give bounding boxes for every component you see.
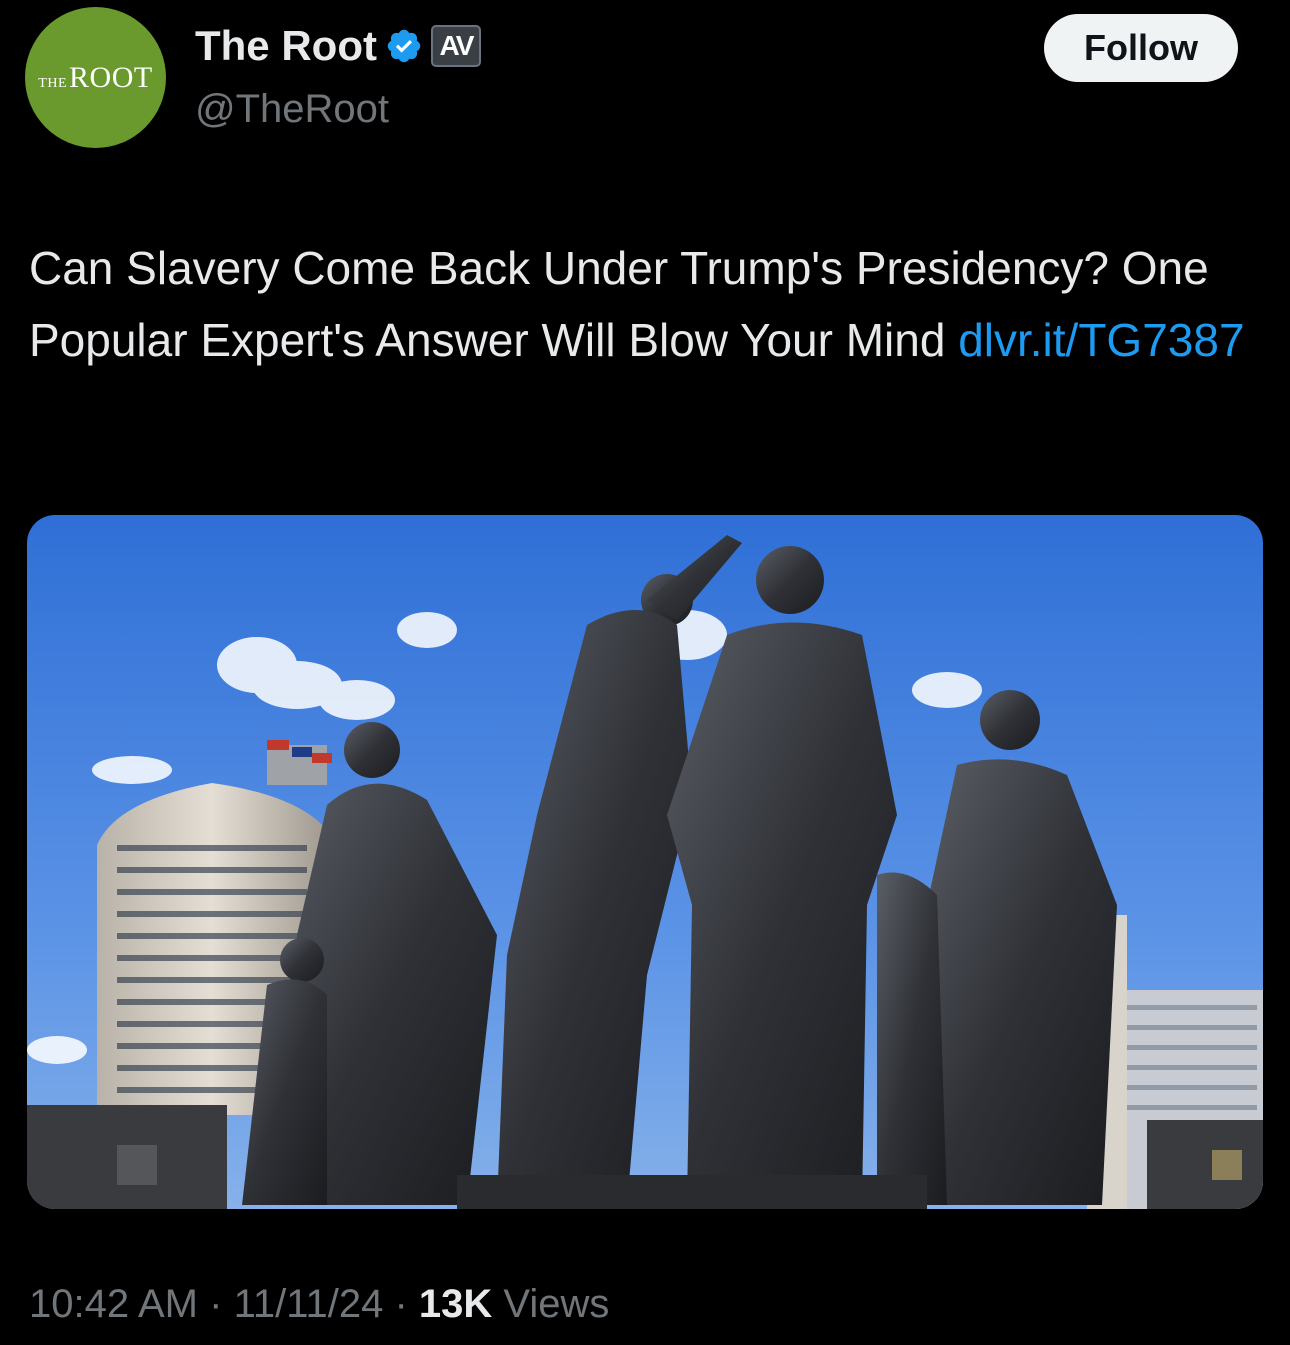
display-name[interactable]: The Root: [195, 22, 377, 70]
affiliate-badge[interactable]: AV: [430, 25, 481, 67]
handle[interactable]: @TheRoot: [195, 87, 389, 132]
tweet-date[interactable]: 11/11/24: [234, 1282, 384, 1326]
views-count: 13K: [418, 1282, 493, 1326]
tweet-time[interactable]: 10:42 AM: [29, 1282, 198, 1326]
tweet-link[interactable]: dlvr.it/TG7387: [958, 314, 1244, 366]
tweet-media[interactable]: [27, 515, 1263, 1209]
avatar[interactable]: THE ROOT: [25, 7, 166, 148]
the-root-logo: THE ROOT: [38, 61, 152, 95]
tweet-text: Can Slavery Come Back Under Trump's Pres…: [29, 232, 1259, 376]
name-row: The Root AV: [195, 22, 481, 70]
verified-check-icon: [387, 29, 421, 63]
meta-separator: ·: [198, 1282, 234, 1326]
statue-photo: [27, 515, 1263, 1209]
tweet-meta: 10:42 AM · 11/11/24 · 13K Views: [29, 1282, 609, 1327]
logo-the: THE: [38, 75, 68, 91]
views-label: Views: [492, 1282, 610, 1326]
follow-button[interactable]: Follow: [1044, 14, 1238, 82]
meta-separator: ·: [383, 1282, 419, 1326]
logo-root: ROOT: [69, 60, 153, 94]
